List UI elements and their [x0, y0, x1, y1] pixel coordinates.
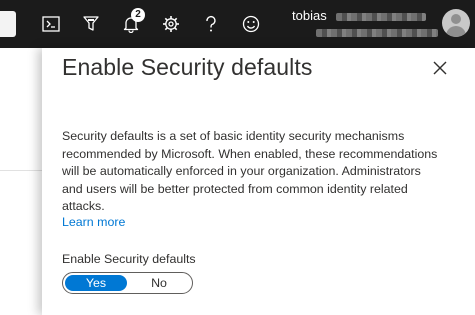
redacted-tenant-name	[316, 29, 438, 37]
redacted-account-name	[336, 13, 426, 21]
security-defaults-panel: Enable Security defaults Security defaul…	[42, 48, 475, 315]
enable-security-defaults-toggle[interactable]: Yes No	[62, 272, 193, 294]
toggle-label: Enable Security defaults	[62, 252, 196, 266]
search-box[interactable]	[0, 11, 16, 37]
directory-filter-icon[interactable]	[78, 11, 104, 37]
top-bar: 2 tobias	[0, 0, 475, 48]
close-button[interactable]	[431, 59, 449, 77]
avatar[interactable]	[442, 9, 470, 37]
avatar-body	[446, 26, 466, 37]
toggle-option-no[interactable]: No	[128, 275, 190, 291]
learn-more-link[interactable]: Learn more	[62, 215, 125, 229]
notifications-icon[interactable]: 2	[118, 8, 145, 37]
cloud-shell-icon[interactable]	[38, 11, 64, 37]
settings-icon[interactable]	[158, 11, 184, 37]
feedback-icon[interactable]	[238, 11, 264, 37]
account-name: tobias	[292, 8, 327, 23]
account-menu[interactable]: tobias	[292, 8, 327, 24]
panel-description: Security defaults is a set of basic iden…	[62, 129, 438, 213]
background-divider	[0, 170, 42, 171]
notification-count-badge: 2	[131, 8, 145, 22]
avatar-head	[451, 14, 461, 24]
background-page	[0, 48, 42, 315]
close-icon	[433, 61, 447, 75]
toggle-option-yes[interactable]: Yes	[65, 275, 127, 291]
help-icon[interactable]	[198, 11, 224, 37]
panel-title: Enable Security defaults	[62, 54, 313, 80]
